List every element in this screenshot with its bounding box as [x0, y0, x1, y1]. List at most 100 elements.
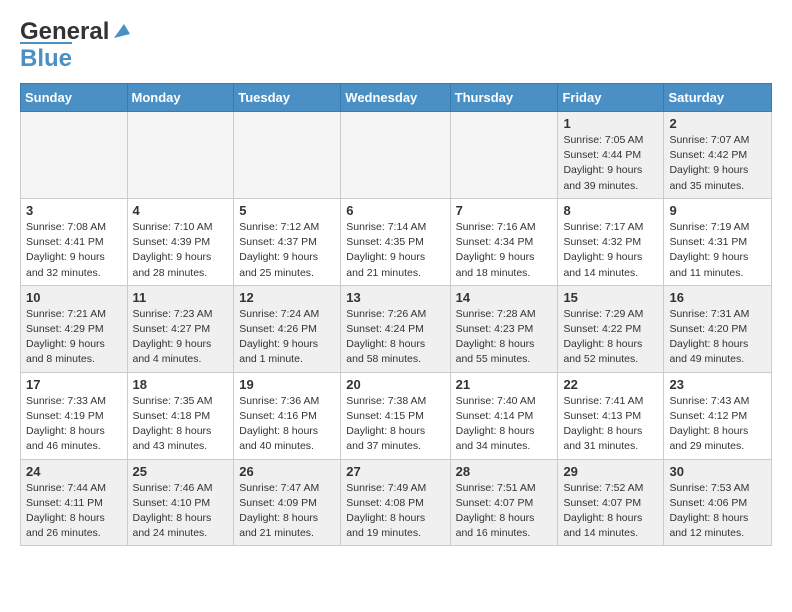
- calendar-cell: 23 Sunrise: 7:43 AM Sunset: 4:12 PM Dayli…: [664, 372, 772, 459]
- calendar-cell: 26 Sunrise: 7:47 AM Sunset: 4:09 PM Dayli…: [234, 459, 341, 546]
- day-info: Sunrise: 7:21 AM Sunset: 4:29 PM Dayligh…: [26, 307, 122, 368]
- day-info: Sunrise: 7:35 AM Sunset: 4:18 PM Dayligh…: [133, 394, 229, 455]
- day-info: Sunrise: 7:49 AM Sunset: 4:08 PM Dayligh…: [346, 481, 444, 542]
- calendar-cell: 20 Sunrise: 7:38 AM Sunset: 4:15 PM Dayli…: [341, 372, 450, 459]
- calendar-container: SundayMondayTuesdayWednesdayThursdayFrid…: [0, 83, 792, 556]
- calendar-cell: 16 Sunrise: 7:31 AM Sunset: 4:20 PM Dayli…: [664, 285, 772, 372]
- day-header-friday: Friday: [558, 84, 664, 112]
- day-info: Sunrise: 7:43 AM Sunset: 4:12 PM Dayligh…: [669, 394, 766, 455]
- day-info: Sunrise: 7:31 AM Sunset: 4:20 PM Dayligh…: [669, 307, 766, 368]
- day-number: 24: [26, 464, 122, 479]
- day-header-wednesday: Wednesday: [341, 84, 450, 112]
- day-number: 25: [133, 464, 229, 479]
- day-number: 1: [563, 116, 658, 131]
- day-info: Sunrise: 7:46 AM Sunset: 4:10 PM Dayligh…: [133, 481, 229, 542]
- calendar-cell: 17 Sunrise: 7:33 AM Sunset: 4:19 PM Dayli…: [21, 372, 128, 459]
- calendar-cell: [450, 112, 558, 199]
- day-info: Sunrise: 7:28 AM Sunset: 4:23 PM Dayligh…: [456, 307, 553, 368]
- day-info: Sunrise: 7:08 AM Sunset: 4:41 PM Dayligh…: [26, 220, 122, 281]
- day-info: Sunrise: 7:44 AM Sunset: 4:11 PM Dayligh…: [26, 481, 122, 542]
- calendar-cell: 4Sunrise: 7:10 AM Sunset: 4:39 PM Daylig…: [127, 198, 234, 285]
- day-info: Sunrise: 7:12 AM Sunset: 4:37 PM Dayligh…: [239, 220, 335, 281]
- logo-arrow-icon: [110, 20, 132, 42]
- calendar-cell: 14 Sunrise: 7:28 AM Sunset: 4:23 PM Dayli…: [450, 285, 558, 372]
- day-number: 27: [346, 464, 444, 479]
- day-info: Sunrise: 7:10 AM Sunset: 4:39 PM Dayligh…: [133, 220, 229, 281]
- day-number: 18: [133, 377, 229, 392]
- calendar-cell: 9Sunrise: 7:19 AM Sunset: 4:31 PM Daylig…: [664, 198, 772, 285]
- calendar-cell: 24 Sunrise: 7:44 AM Sunset: 4:11 PM Dayli…: [21, 459, 128, 546]
- calendar-cell: 28 Sunrise: 7:51 AM Sunset: 4:07 PM Dayli…: [450, 459, 558, 546]
- calendar-cell: 15Sunrise: 7:29 AM Sunset: 4:22 PM Dayli…: [558, 285, 664, 372]
- calendar-cell: 18 Sunrise: 7:35 AM Sunset: 4:18 PM Dayli…: [127, 372, 234, 459]
- day-info: Sunrise: 7:40 AM Sunset: 4:14 PM Dayligh…: [456, 394, 553, 455]
- logo: General Blue: [20, 18, 132, 73]
- day-number: 16: [669, 290, 766, 305]
- day-number: 30: [669, 464, 766, 479]
- calendar-body: 1Sunrise: 7:05 AM Sunset: 4:44 PM Daylig…: [21, 112, 772, 546]
- day-info: Sunrise: 7:47 AM Sunset: 4:09 PM Dayligh…: [239, 481, 335, 542]
- day-number: 29: [563, 464, 658, 479]
- calendar-cell: 2Sunrise: 7:07 AM Sunset: 4:42 PM Daylig…: [664, 112, 772, 199]
- day-number: 13: [346, 290, 444, 305]
- calendar-week-row: 3 Sunrise: 7:08 AM Sunset: 4:41 PM Daylig…: [21, 198, 772, 285]
- calendar-week-row: 17 Sunrise: 7:33 AM Sunset: 4:19 PM Dayli…: [21, 372, 772, 459]
- calendar-cell: [21, 112, 128, 199]
- calendar-table: SundayMondayTuesdayWednesdayThursdayFrid…: [20, 83, 772, 546]
- calendar-cell: 6Sunrise: 7:14 AM Sunset: 4:35 PM Daylig…: [341, 198, 450, 285]
- calendar-cell: 7 Sunrise: 7:16 AM Sunset: 4:34 PM Daylig…: [450, 198, 558, 285]
- day-info: Sunrise: 7:52 AM Sunset: 4:07 PM Dayligh…: [563, 481, 658, 542]
- calendar-cell: [234, 112, 341, 199]
- logo-blue: Blue: [20, 45, 72, 73]
- calendar-cell: 25 Sunrise: 7:46 AM Sunset: 4:10 PM Dayli…: [127, 459, 234, 546]
- day-info: Sunrise: 7:26 AM Sunset: 4:24 PM Dayligh…: [346, 307, 444, 368]
- calendar-cell: 19Sunrise: 7:36 AM Sunset: 4:16 PM Dayli…: [234, 372, 341, 459]
- calendar-cell: [127, 112, 234, 199]
- day-number: 22: [563, 377, 658, 392]
- day-info: Sunrise: 7:16 AM Sunset: 4:34 PM Dayligh…: [456, 220, 553, 281]
- calendar-cell: 3 Sunrise: 7:08 AM Sunset: 4:41 PM Daylig…: [21, 198, 128, 285]
- day-info: Sunrise: 7:14 AM Sunset: 4:35 PM Dayligh…: [346, 220, 444, 281]
- day-info: Sunrise: 7:19 AM Sunset: 4:31 PM Dayligh…: [669, 220, 766, 281]
- calendar-week-row: 1Sunrise: 7:05 AM Sunset: 4:44 PM Daylig…: [21, 112, 772, 199]
- day-info: Sunrise: 7:41 AM Sunset: 4:13 PM Dayligh…: [563, 394, 658, 455]
- day-number: 23: [669, 377, 766, 392]
- calendar-cell: 30 Sunrise: 7:53 AM Sunset: 4:06 PM Dayli…: [664, 459, 772, 546]
- calendar-cell: 13 Sunrise: 7:26 AM Sunset: 4:24 PM Dayli…: [341, 285, 450, 372]
- day-number: 7: [456, 203, 553, 218]
- calendar-cell: 21 Sunrise: 7:40 AM Sunset: 4:14 PM Dayli…: [450, 372, 558, 459]
- day-header-monday: Monday: [127, 84, 234, 112]
- day-number: 3: [26, 203, 122, 218]
- day-info: Sunrise: 7:51 AM Sunset: 4:07 PM Dayligh…: [456, 481, 553, 542]
- day-number: 28: [456, 464, 553, 479]
- day-header-saturday: Saturday: [664, 84, 772, 112]
- calendar-cell: 5 Sunrise: 7:12 AM Sunset: 4:37 PM Daylig…: [234, 198, 341, 285]
- day-number: 21: [456, 377, 553, 392]
- day-number: 17: [26, 377, 122, 392]
- calendar-cell: 10Sunrise: 7:21 AM Sunset: 4:29 PM Dayli…: [21, 285, 128, 372]
- day-info: Sunrise: 7:53 AM Sunset: 4:06 PM Dayligh…: [669, 481, 766, 542]
- day-header-sunday: Sunday: [21, 84, 128, 112]
- day-number: 26: [239, 464, 335, 479]
- calendar-cell: 1Sunrise: 7:05 AM Sunset: 4:44 PM Daylig…: [558, 112, 664, 199]
- day-number: 14: [456, 290, 553, 305]
- day-info: Sunrise: 7:23 AM Sunset: 4:27 PM Dayligh…: [133, 307, 229, 368]
- day-info: Sunrise: 7:38 AM Sunset: 4:15 PM Dayligh…: [346, 394, 444, 455]
- day-number: 11: [133, 290, 229, 305]
- day-number: 20: [346, 377, 444, 392]
- calendar-cell: 29 Sunrise: 7:52 AM Sunset: 4:07 PM Dayli…: [558, 459, 664, 546]
- calendar-cell: 22 Sunrise: 7:41 AM Sunset: 4:13 PM Dayli…: [558, 372, 664, 459]
- day-header-thursday: Thursday: [450, 84, 558, 112]
- day-info: Sunrise: 7:33 AM Sunset: 4:19 PM Dayligh…: [26, 394, 122, 455]
- day-number: 5: [239, 203, 335, 218]
- page-header: General Blue: [0, 0, 792, 83]
- day-number: 8: [563, 203, 658, 218]
- day-header-tuesday: Tuesday: [234, 84, 341, 112]
- day-info: Sunrise: 7:17 AM Sunset: 4:32 PM Dayligh…: [563, 220, 658, 281]
- calendar-week-row: 24 Sunrise: 7:44 AM Sunset: 4:11 PM Dayli…: [21, 459, 772, 546]
- calendar-header-row: SundayMondayTuesdayWednesdayThursdayFrid…: [21, 84, 772, 112]
- calendar-cell: 12Sunrise: 7:24 AM Sunset: 4:26 PM Dayli…: [234, 285, 341, 372]
- day-number: 12: [239, 290, 335, 305]
- calendar-cell: 8 Sunrise: 7:17 AM Sunset: 4:32 PM Daylig…: [558, 198, 664, 285]
- calendar-week-row: 10Sunrise: 7:21 AM Sunset: 4:29 PM Dayli…: [21, 285, 772, 372]
